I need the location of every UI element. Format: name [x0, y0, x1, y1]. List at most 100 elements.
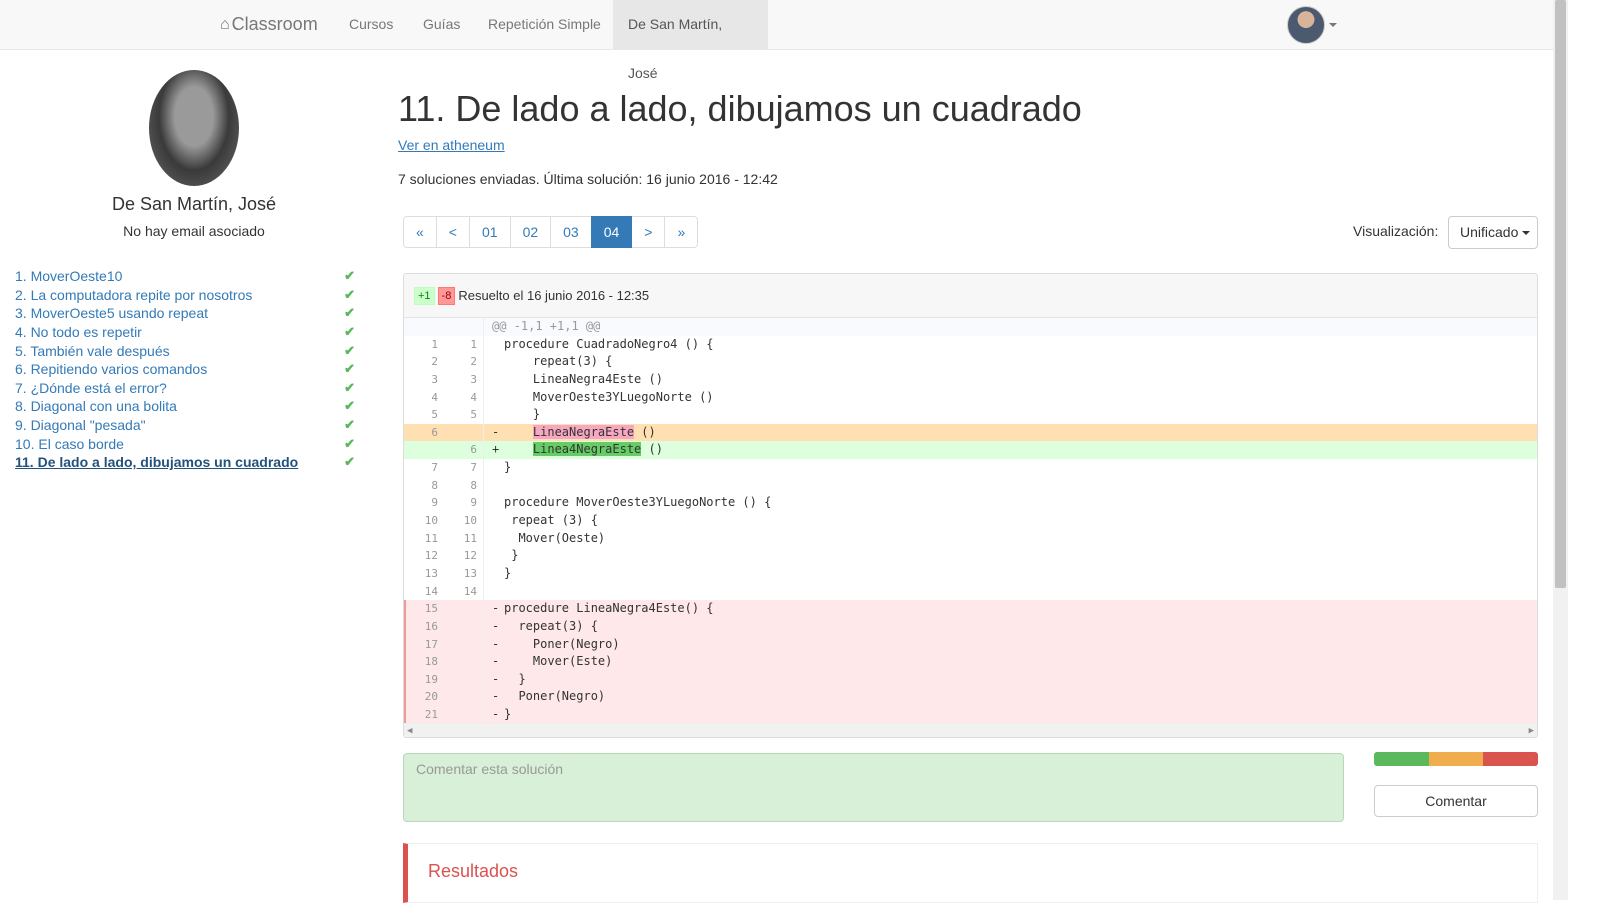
diff-line: 18 - Mover(Este) [404, 653, 1537, 671]
diff-hunk-header: @@ -1,1 +1,1 @@ [404, 318, 1537, 336]
diff-panel: +1 -8 Resuelto el 16 junio 2016 - 12:35 … [403, 273, 1538, 738]
list-item: 3. MoverOeste5 usando repeat ✔ [15, 304, 355, 323]
diff-line: 17 - Poner(Negro) [404, 635, 1537, 654]
check-icon: ✔ [344, 268, 355, 284]
pager-first[interactable]: « [403, 216, 437, 248]
code-text: procedure MoverOeste3YLuegoNorte () { [504, 495, 772, 510]
diff-sign: - [492, 636, 500, 651]
nav-guias[interactable]: Guías [408, 0, 475, 49]
nav-student[interactable]: De San Martín, José [613, 0, 768, 81]
new-line-number: 2 [444, 353, 484, 371]
code-text: LineaNegra4Este () [504, 371, 663, 386]
exercise-list: 1. MoverOeste10 ✔ 2. La computadora repit… [15, 267, 355, 472]
exercise-link[interactable]: 5. También vale después [15, 343, 170, 359]
diff-line: 16 - repeat(3) { [404, 617, 1537, 636]
list-item: 5. También vale después ✔ [15, 341, 355, 360]
diff-line: 11 11 Mover(Oeste) [404, 529, 1537, 548]
status-passed-option[interactable] [1374, 752, 1429, 766]
pager-next[interactable]: > [631, 216, 666, 248]
exercise-link[interactable]: 10. El caso borde [15, 436, 124, 452]
status-warning-option[interactable] [1428, 752, 1484, 766]
diff-sign [484, 371, 504, 389]
new-line-number: 9 [444, 494, 484, 513]
page-scrollbar-thumb[interactable] [1555, 0, 1566, 588]
pager-page[interactable]: 03 [550, 216, 592, 248]
diff-sign: - [492, 689, 500, 704]
pager-last[interactable]: » [664, 216, 699, 248]
diff-line: 6 - LineaNegraEste () [404, 423, 1537, 442]
list-item: 2. La computadora repite por nosotros ✔ [15, 286, 355, 305]
diff-line: 7 7} [404, 459, 1537, 477]
diff-sign [484, 406, 504, 424]
diff-line: 9 9 procedure MoverOeste3YLuegoNorte () { [404, 494, 1537, 513]
old-line-number: 4 [431, 390, 438, 404]
old-line-number: 2 [431, 355, 438, 369]
exercise-link[interactable]: 7. ¿Dónde está el error? [15, 380, 167, 396]
comment-button[interactable]: Comentar [1374, 785, 1538, 817]
pager-page[interactable]: 01 [468, 216, 511, 248]
diff-sign [484, 336, 504, 354]
changed-token: Linea4NegraEste [532, 442, 642, 457]
exercise-link[interactable]: 9. Diagonal "pesada" [15, 417, 146, 433]
exercise-link[interactable]: 8. Diagonal con una bolita [15, 398, 177, 414]
pager-prev[interactable]: < [435, 216, 470, 248]
profile-email: No hay email asociado [123, 223, 265, 239]
profile-name: De San Martín, José [111, 194, 277, 214]
pager-page-active[interactable]: 04 [590, 216, 633, 248]
submissions-summary: 7 soluciones enviadas. Última solución: … [398, 171, 778, 187]
new-line-number: 14 [444, 582, 484, 601]
new-line-number [444, 617, 484, 636]
diff-sign [484, 494, 504, 512]
code-text: LineaNegraEste () [532, 424, 656, 439]
list-item: 10. El caso borde ✔ [15, 434, 355, 453]
diff-horizontal-scrollbar[interactable]: ◀ ▶ [404, 723, 1537, 737]
old-line-number: 5 [431, 408, 438, 422]
page-scrollbar[interactable] [1553, 0, 1568, 900]
exercise-link[interactable]: 4. No todo es repetir [15, 324, 142, 340]
exercise-link[interactable]: 3. MoverOeste5 usando repeat [15, 305, 208, 321]
diff-sign [484, 477, 504, 495]
pager-page[interactable]: 02 [509, 216, 552, 248]
nav-repeticion-simple[interactable]: Repetición Simple [473, 0, 616, 49]
visualization-dropdown[interactable]: Unificado [1448, 216, 1538, 249]
diff-line: 22 repeat(3) { [404, 353, 1537, 371]
exercise-link[interactable]: 6. Repitiendo varios comandos [15, 361, 207, 377]
diff-line: 10 10 repeat (3) { [404, 512, 1537, 530]
exercise-link[interactable]: 2. La computadora repite por nosotros [15, 287, 252, 303]
atheneum-link[interactable]: Ver en atheneum [398, 137, 505, 153]
new-line-number: 11 [444, 529, 484, 548]
diff-sign [484, 353, 504, 371]
new-line-number: 4 [444, 388, 484, 407]
exercise-link-active[interactable]: 11. De lado a lado, dibujamos un cuadrad… [15, 454, 298, 470]
top-navbar: ⌂ Classroom Cursos Guías Repetición Simp… [0, 0, 1553, 81]
diff-sign [484, 512, 504, 530]
code-text: repeat (3) { [504, 513, 598, 528]
old-line-number: 12 [424, 549, 438, 563]
status-selector[interactable] [1374, 752, 1538, 766]
new-line-number: 13 [444, 564, 484, 583]
code-text: } [504, 671, 526, 686]
comment-input[interactable]: Comentar esta solución [403, 753, 1344, 822]
status-failed-option[interactable] [1483, 752, 1538, 766]
diff-line: 15 - procedure LineaNegra4Este() { [404, 600, 1537, 618]
brand-link[interactable]: ⌂ Classroom [220, 14, 318, 35]
scroll-right-icon[interactable]: ▶ [1529, 726, 1534, 736]
diff-sign: - [492, 707, 500, 722]
avatar [1287, 6, 1325, 44]
diff-sign: - [492, 601, 500, 616]
code-text: MoverOeste3YLuegoNorte () [504, 389, 714, 404]
results-title: Resultados [428, 861, 519, 881]
old-line-number: 19 [404, 670, 444, 689]
old-line-number: 21 [404, 706, 444, 724]
check-icon: ✔ [344, 454, 355, 470]
scroll-left-icon[interactable]: ◀ [407, 726, 412, 736]
user-menu[interactable] [1287, 6, 1337, 44]
check-icon: ✔ [344, 286, 355, 302]
nav-cursos[interactable]: Cursos [334, 0, 408, 49]
old-line-number: 1 [431, 337, 438, 351]
diff-sign [484, 530, 504, 548]
visualization-value: Unificado [1460, 224, 1519, 240]
new-line-number: 3 [444, 370, 484, 389]
new-line-number: 5 [444, 406, 484, 424]
exercise-link[interactable]: 1. MoverOeste10 [15, 268, 122, 284]
